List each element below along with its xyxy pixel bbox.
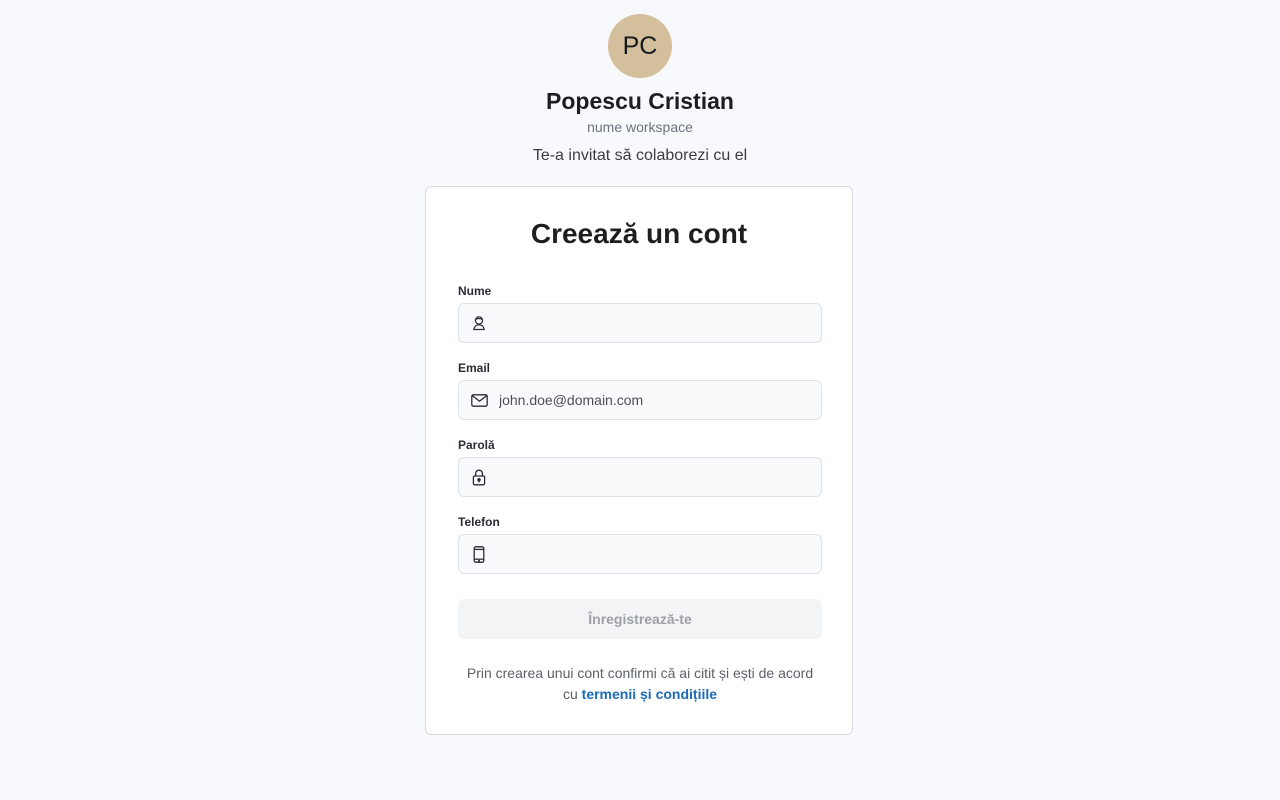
- phone-icon: [459, 535, 499, 573]
- password-field[interactable]: [458, 457, 822, 497]
- invite-header: PC Popescu Cristian nume workspace Te-a …: [0, 14, 1280, 166]
- password-label: Parolă: [458, 438, 495, 452]
- terms-link[interactable]: termenii și condițiile: [582, 686, 717, 702]
- name-field[interactable]: [458, 303, 822, 343]
- avatar: PC: [608, 14, 672, 78]
- avatar-initials: PC: [622, 31, 658, 60]
- register-button[interactable]: Înregistrează-te: [458, 599, 822, 639]
- phone-label: Telefon: [458, 515, 500, 529]
- password-input[interactable]: [499, 469, 809, 485]
- name-label: Nume: [458, 284, 492, 298]
- name-input[interactable]: [499, 315, 809, 331]
- inviter-name: Popescu Cristian: [546, 88, 734, 114]
- invite-message: Te-a invitat să colaborezi cu el: [532, 147, 748, 164]
- signup-card: Creează un cont Nume Email john.doe@doma…: [425, 186, 853, 735]
- mail-icon: [459, 381, 499, 419]
- email-input[interactable]: [499, 392, 809, 408]
- lock-icon: [459, 458, 499, 496]
- email-label: Email: [458, 361, 491, 375]
- terms-notice: Prin crearea unui cont confirmi că ai ci…: [466, 663, 814, 705]
- phone-field[interactable]: [458, 534, 822, 574]
- signup-page: PC Popescu Cristian nume workspace Te-a …: [0, 0, 1280, 800]
- user-icon: [459, 304, 499, 342]
- email-field[interactable]: [458, 380, 822, 420]
- phone-input[interactable]: [499, 546, 809, 562]
- workspace-name: nume workspace: [587, 119, 693, 135]
- form-title: Creează un cont: [530, 218, 748, 249]
